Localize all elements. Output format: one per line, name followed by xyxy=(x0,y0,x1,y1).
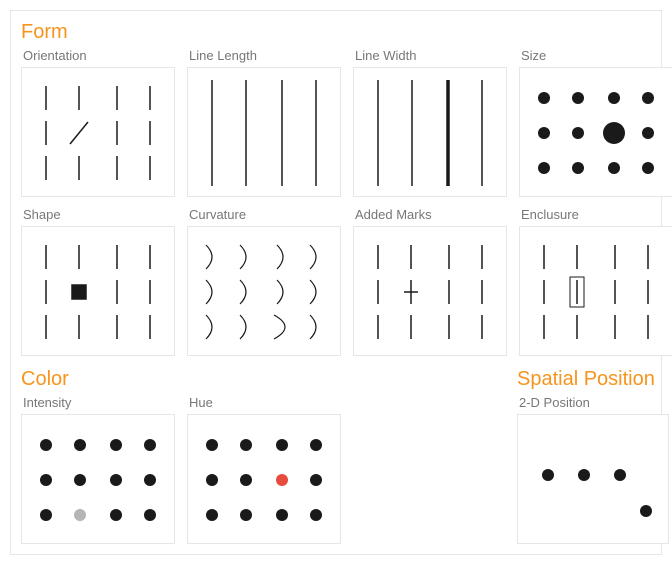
color-section: Color Intensity H xyxy=(21,366,341,544)
spacer xyxy=(353,366,505,544)
label-intensity: Intensity xyxy=(23,395,175,410)
intensity-icon xyxy=(22,415,174,545)
cell-2d-position: 2-D Position xyxy=(517,395,669,544)
box-added-marks xyxy=(353,226,507,356)
box-2d-position xyxy=(517,414,669,544)
label-orientation: Orientation xyxy=(23,48,175,63)
section-title-color: Color xyxy=(21,368,341,391)
box-intensity xyxy=(21,414,175,544)
label-enclosure: Enclusure xyxy=(521,207,672,222)
added-marks-icon xyxy=(354,227,506,357)
size-icon xyxy=(520,68,672,198)
section-title-spatial: Spatial Position xyxy=(517,368,669,391)
cell-intensity: Intensity xyxy=(21,395,175,544)
spatial-section: Spatial Position 2-D Position xyxy=(517,366,669,544)
hue-icon xyxy=(188,415,340,545)
box-enclosure xyxy=(519,226,672,356)
orientation-icon xyxy=(22,68,174,198)
position-icon xyxy=(518,415,670,545)
cell-line-length: Line Length xyxy=(187,48,341,197)
cell-orientation: Orientation xyxy=(21,48,175,197)
preattentive-attributes-diagram: Form Orientation Line Length xyxy=(10,10,662,555)
section-title-form: Form xyxy=(21,21,651,44)
cell-added-marks: Added Marks xyxy=(353,207,507,356)
line-width-icon xyxy=(354,68,506,198)
cell-line-width: Line Width xyxy=(353,48,507,197)
shape-icon xyxy=(22,227,174,357)
box-shape xyxy=(21,226,175,356)
label-curvature: Curvature xyxy=(189,207,341,222)
label-size: Size xyxy=(521,48,672,63)
label-hue: Hue xyxy=(189,395,341,410)
form-row-2: Shape Curvature xyxy=(21,207,651,356)
cell-hue: Hue xyxy=(187,395,341,544)
line-length-icon xyxy=(188,68,340,198)
label-line-length: Line Length xyxy=(189,48,341,63)
cell-curvature: Curvature xyxy=(187,207,341,356)
box-hue xyxy=(187,414,341,544)
curvature-icon xyxy=(188,227,340,357)
enclosure-icon xyxy=(520,227,672,357)
label-added-marks: Added Marks xyxy=(355,207,507,222)
form-row-1: Orientation Line Length xyxy=(21,48,651,197)
label-line-width: Line Width xyxy=(355,48,507,63)
cell-size: Size xyxy=(519,48,672,197)
box-orientation xyxy=(21,67,175,197)
box-size xyxy=(519,67,672,197)
bottom-sections: Color Intensity H xyxy=(21,366,651,544)
box-line-width xyxy=(353,67,507,197)
cell-enclosure: Enclusure xyxy=(519,207,672,356)
box-curvature xyxy=(187,226,341,356)
label-shape: Shape xyxy=(23,207,175,222)
box-line-length xyxy=(187,67,341,197)
label-2d-position: 2-D Position xyxy=(519,395,669,410)
cell-shape: Shape xyxy=(21,207,175,356)
